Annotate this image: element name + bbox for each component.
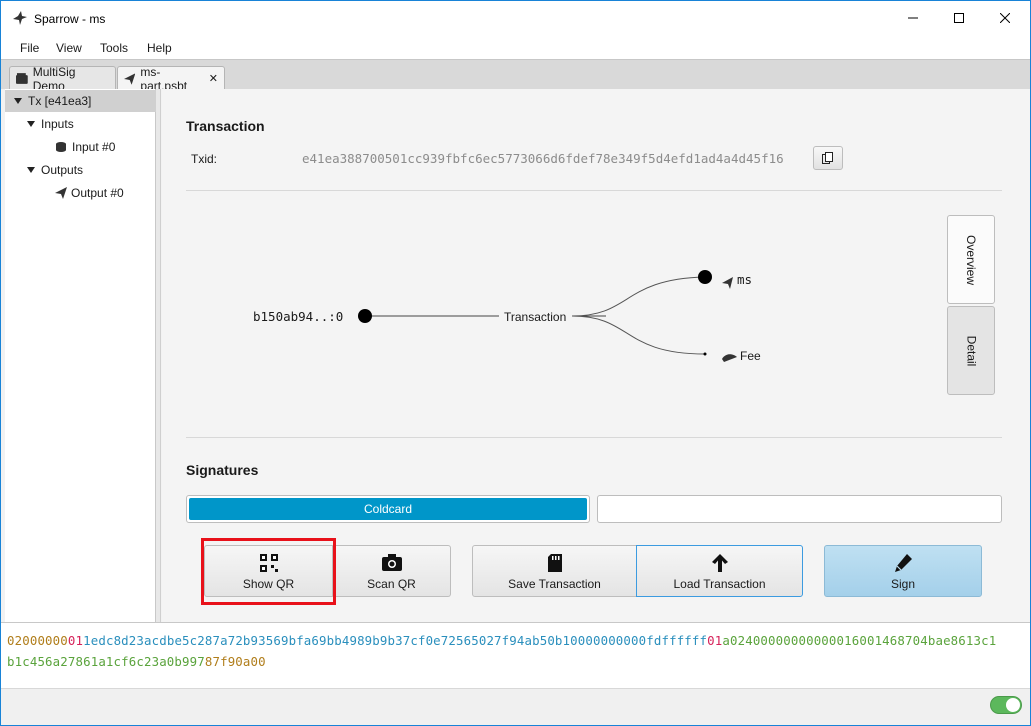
tab-multisig-demo[interactable]: MultiSig Demo [9,65,116,93]
show-qr-button[interactable]: Show QR [204,545,333,597]
title-bar: Sparrow - ms [1,1,1030,35]
transaction-heading: Transaction [186,118,265,134]
output-curve [571,276,706,317]
button-label: Scan QR [367,577,416,591]
tree-item-tx[interactable]: Tx [e41ea3] [5,90,156,112]
split-divider[interactable] [156,89,161,622]
button-label: Load Transaction [673,577,766,591]
hex-output: a024000000000000160014687 [722,633,913,648]
tree-item-outputs[interactable]: Outputs [5,159,156,181]
diagram-center-label: Transaction [504,310,567,324]
tab-ms-part-psbt[interactable]: ms-part.psbt ✕ [117,65,225,93]
divider [186,437,1002,438]
window-title: Sparrow - ms [34,12,106,26]
copy-icon [822,152,833,164]
tab-detail[interactable]: Detail [947,306,995,395]
txid-label: Txid: [191,152,218,166]
signatures-heading: Signatures [186,462,259,478]
txid-value[interactable]: e41ea388700501cc939fbfc6ec5773066d6fdef7… [302,151,784,166]
save-transaction-button[interactable]: Save Transaction [472,545,637,597]
minimize-icon [908,17,918,19]
hex-version: 02000000 [7,633,68,648]
transaction-panel: Transaction Txid: e41ea388700501cc939fbf… [162,89,1030,622]
sign-button[interactable]: Sign [824,545,982,597]
transaction-hex-panel: 02000000011edc8d23acdbe5c287a72b93569bfa… [1,622,1030,688]
expand-arrow-icon[interactable] [27,121,35,127]
sd-card-icon [547,554,562,572]
toggle-knob [1006,698,1020,712]
overview-tab-label: Overview [964,234,979,285]
tree-item-label: Inputs [41,117,74,131]
send-icon [55,187,67,199]
hex-input-count: 01 [67,633,84,648]
pen-icon [895,554,912,572]
scan-qr-button[interactable]: Scan QR [333,545,451,597]
minimize-button[interactable] [890,1,936,35]
tab-bar: MultiSig Demo ms-part.psbt ✕ [1,59,1030,93]
diagram-input-label[interactable]: b150ab94..:0 [253,309,343,324]
connection-toggle[interactable] [990,696,1022,714]
fee-node [703,352,707,356]
maximize-button[interactable] [936,1,982,35]
input-node [358,309,372,323]
close-window-button[interactable] [982,1,1028,35]
button-label: Save Transaction [508,577,601,591]
tree-item-label: Output #0 [71,186,124,200]
fee-icon [722,354,737,362]
hex-output-cont: b1c456a27861a1cf6c23a0b997 [7,654,205,669]
maximize-icon [954,13,964,23]
hex-line-1[interactable]: 02000000011edc8d23acdbe5c287a72b93569bfa… [7,633,996,648]
qr-code-icon [259,554,278,572]
tree-item-label: Outputs [41,163,84,177]
menu-view[interactable]: View [56,41,82,55]
tree-item-label: Tx [e41ea3] [28,94,92,108]
hex-output-cont: 04bae8613c1 [912,633,997,648]
signature-progress-empty [597,495,1002,523]
load-transaction-button[interactable]: Load Transaction [636,545,803,597]
hex-locktime: 87f90a00 [204,654,266,669]
tab-close-icon[interactable]: ✕ [209,72,218,85]
menu-tools[interactable]: Tools [100,41,128,55]
wallet-icon [16,72,28,84]
fee-curve [571,315,706,355]
send-icon [124,72,136,85]
signature-progress-coldcard: Coldcard [186,495,590,523]
menu-file[interactable]: File [20,41,39,55]
hex-output-count: 01 [707,633,723,648]
copy-txid-button[interactable] [813,146,843,170]
button-label: Sign [890,577,916,591]
menu-help[interactable]: Help [147,41,172,55]
detail-tab-label: Detail [964,335,978,366]
signature-fill: Coldcard [189,498,587,520]
close-icon [1000,13,1010,23]
status-bar [1,688,1030,725]
tree-item-output-0[interactable]: Output #0 [5,182,156,204]
diagram-output-label[interactable]: ms [737,272,752,287]
diagram-fee-label: Fee [740,349,761,363]
output-node [698,270,712,284]
menu-bar: File View Tools Help [1,35,1030,59]
arrow-up-icon [711,554,728,572]
camera-icon [381,554,402,571]
hex-line-2[interactable]: b1c456a27861a1cf6c23a0b99787f90a00 [7,654,266,669]
tab-overview[interactable]: Overview [947,215,995,304]
tree-item-inputs[interactable]: Inputs [5,113,156,135]
hex-input: 1edc8d23acdbe5c287a72b93569bfa69bb4989b9… [83,633,708,648]
button-label: Show QR [242,577,295,591]
expand-arrow-icon[interactable] [27,167,35,173]
expand-arrow-icon[interactable] [14,98,22,104]
app-window: Sparrow - ms File View Tools Help MultiS… [0,0,1031,726]
tree-item-label: Input #0 [72,140,116,154]
divider [186,190,1002,191]
coins-icon [56,142,66,152]
sparrow-logo-icon [13,11,27,25]
tree-item-input-0[interactable]: Input #0 [5,136,156,158]
transaction-tree: Tx [e41ea3] Inputs Input #0 Outputs Outp… [5,89,156,622]
send-icon [722,277,733,289]
